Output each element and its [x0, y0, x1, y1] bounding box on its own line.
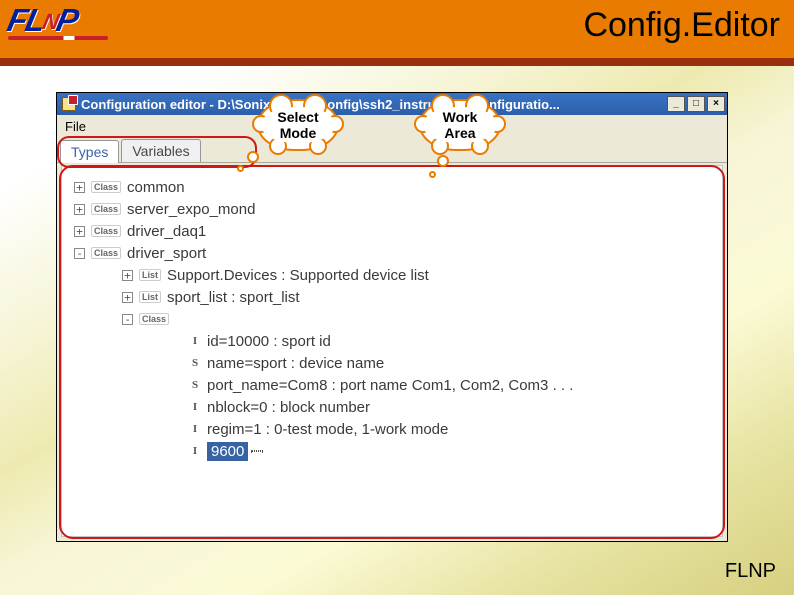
type-tag: List [139, 291, 161, 303]
work-area: +Classcommon+Classserver_expo_mond+Class… [61, 165, 723, 537]
tree-row[interactable]: I 9600 [62, 440, 722, 462]
tree-row[interactable]: Sport_name=Com8 : port name Com1, Com2, … [62, 374, 722, 396]
field-kind-icon: S [189, 357, 201, 369]
tree-label: driver_sport [127, 245, 206, 262]
tabs-bar: Types Variables [57, 137, 727, 163]
tree-label: sport_list : sport_list [167, 289, 300, 306]
window-title: Configuration editor - D:\SonixSystem\co… [81, 97, 667, 112]
tree-row[interactable]: Sname=sport : device name [62, 352, 722, 374]
menubar: File [57, 115, 727, 137]
inline-edit-value[interactable]: 9600 [207, 442, 248, 461]
type-tag: Class [91, 181, 121, 193]
config-editor-window: Configuration editor - D:\SonixSystem\co… [56, 92, 728, 542]
tree-label: port_name=Com8 : port name Com1, Com2, C… [207, 377, 573, 394]
menu-file[interactable]: File [57, 117, 94, 136]
close-button[interactable]: × [707, 96, 725, 112]
tree-row[interactable]: Iid=10000 : sport id [62, 330, 722, 352]
collapse-icon[interactable]: - [122, 314, 133, 325]
tree-row[interactable]: + List Support.Devices : Supported device … [62, 264, 722, 286]
expand-icon[interactable]: + [122, 270, 133, 281]
type-tag: Class [91, 225, 121, 237]
tree-row[interactable]: + Class common [62, 176, 722, 198]
expand-icon[interactable]: + [74, 182, 85, 193]
minimize-button[interactable]: _ [667, 96, 685, 112]
tab-types[interactable]: Types [60, 140, 119, 163]
titlebar[interactable]: Configuration editor - D:\SonixSystem\co… [57, 93, 727, 115]
tree-label: id=10000 : sport id [207, 333, 331, 350]
tree-label: common [127, 179, 185, 196]
footer-label: FLNP [725, 560, 776, 583]
tree-label: driver_daq1 [127, 223, 206, 240]
header-underline [0, 58, 794, 66]
tree-row[interactable]: + Class server_expo_mond [62, 198, 722, 220]
type-tag: Class [139, 313, 169, 325]
tree-label: nblock=0 : block number [207, 399, 370, 416]
type-tag: List [139, 269, 161, 281]
page-title: Config.Editor [583, 6, 780, 45]
tree-row[interactable]: -Class driver_sport [62, 242, 722, 264]
field-kind-icon: I [189, 401, 201, 413]
tab-variables[interactable]: Variables [121, 139, 200, 162]
tree-label: Support.Devices : Supported device list [167, 267, 429, 284]
expand-icon[interactable]: + [74, 204, 85, 215]
field-kind-icon: I [189, 423, 201, 435]
edit-caret [251, 450, 263, 452]
tree-label: regim=1 : 0-test mode, 1-work mode [207, 421, 448, 438]
tree-row[interactable]: -Class [62, 308, 722, 330]
maximize-button[interactable]: □ [687, 96, 705, 112]
tree-label: name=sport : device name [207, 355, 384, 372]
field-kind-icon: S [189, 379, 201, 391]
tree-row[interactable]: Inblock=0 : block number [62, 396, 722, 418]
expand-icon[interactable]: + [74, 226, 85, 237]
tree-row[interactable]: Iregim=1 : 0-test mode, 1-work mode [62, 418, 722, 440]
tree-row[interactable]: + Class driver_daq1 [62, 220, 722, 242]
type-tag: Class [91, 203, 121, 215]
tree-view[interactable]: +Classcommon+Classserver_expo_mond+Class… [62, 176, 722, 462]
tree-row[interactable]: + List sport_list : sport_list [62, 286, 722, 308]
app-icon [61, 96, 77, 112]
collapse-icon[interactable]: - [74, 248, 85, 259]
type-tag: Class [91, 247, 121, 259]
tree-label: server_expo_mond [127, 201, 255, 218]
field-kind-icon: I [189, 335, 201, 347]
flnp-logo: FLNP [8, 2, 108, 40]
field-kind-icon: I [189, 445, 201, 457]
expand-icon[interactable]: + [122, 292, 133, 303]
